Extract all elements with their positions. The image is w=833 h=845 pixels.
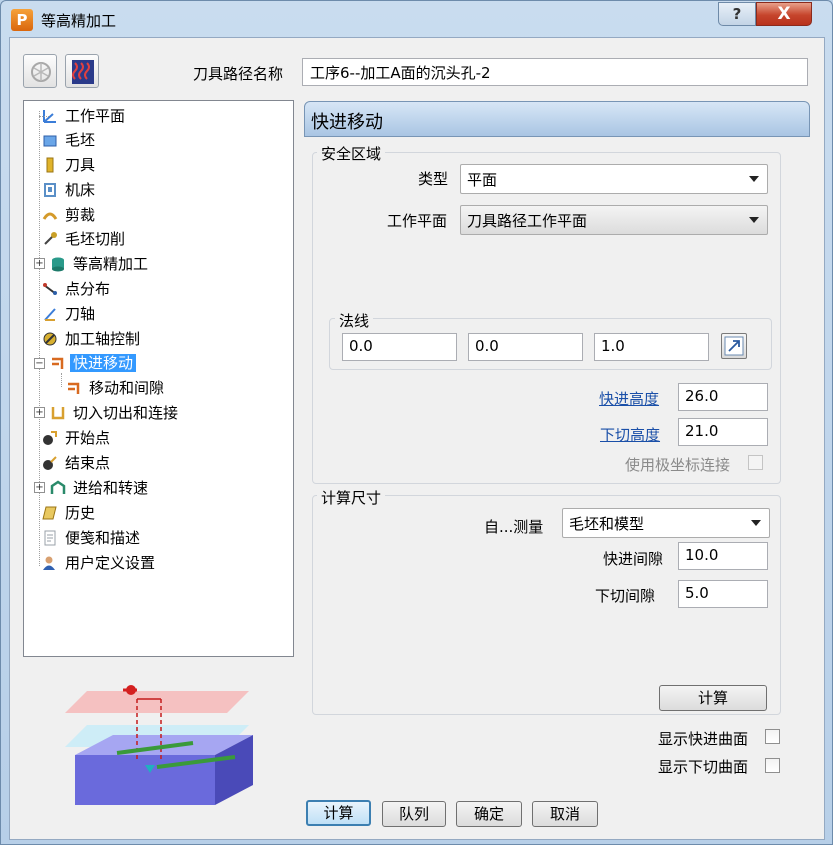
close-button[interactable]: X — [756, 2, 812, 26]
tree-item-constant-z-finishing[interactable]: 等高精加工 — [50, 253, 151, 275]
tree-item-machine[interactable]: 机床 — [42, 179, 98, 201]
chevron-down-icon — [751, 520, 761, 526]
tree-item-tool-axis[interactable]: 刀轴 — [42, 303, 98, 325]
safe-area-label: 安全区域 — [317, 143, 386, 164]
tree-item-moves-and-gaps[interactable]: 移动和间隙 — [66, 377, 167, 399]
user-settings-icon — [43, 556, 55, 570]
dialog-client-area: 刀具路径名称 工序6--加工A面的沉头孔-2 工作平面 毛坯 刀具 机床 剪裁 — [9, 37, 825, 840]
plunge-height-input[interactable]: 21.0 — [678, 418, 768, 446]
rapid-move-illustration — [65, 685, 253, 805]
measure-from-select[interactable]: 毛坯和模型 — [562, 508, 770, 538]
measure-from-label: 自...测量 — [484, 518, 544, 536]
plunge-gap-input[interactable]: 5.0 — [678, 580, 768, 608]
tree-item-block[interactable]: 毛坯 — [42, 129, 98, 151]
rapid-gap-input[interactable]: 10.0 — [678, 542, 768, 570]
toolpath-display-icon[interactable] — [65, 54, 99, 88]
chevron-down-icon — [749, 176, 759, 182]
normal-z-input[interactable]: 1.0 — [594, 333, 709, 361]
tree-item-feeds-and-speeds[interactable]: 进给和转速 — [50, 477, 151, 499]
tool-icon — [46, 157, 54, 173]
trim-icon — [42, 212, 58, 220]
plunge-height-link[interactable]: 下切高度 — [600, 424, 660, 445]
moves-gaps-icon — [68, 382, 80, 394]
tree-item-rapid-move[interactable]: 快进移动 — [50, 352, 137, 374]
rapid-gap-label: 快进间隙 — [603, 550, 664, 568]
plunge-gap-label: 下切间隙 — [595, 587, 656, 605]
feeds-speeds-icon — [50, 480, 66, 494]
tree-item-point-distribution[interactable]: 点分布 — [42, 278, 113, 300]
workplane-select-value: 刀具路径工作平面 — [467, 212, 588, 230]
tree-item-workplane[interactable]: 工作平面 — [39, 105, 128, 127]
start-point-icon — [43, 431, 57, 445]
rapid-height-link[interactable]: 快进高度 — [599, 388, 659, 409]
normal-x-input[interactable]: 0.0 — [342, 333, 457, 361]
type-label: 类型 — [418, 170, 449, 188]
tool-axis-icon — [44, 308, 56, 321]
block-icon — [43, 135, 57, 147]
tree-item-trim[interactable]: 剪裁 — [42, 204, 98, 226]
normal-y-input[interactable]: 0.0 — [468, 333, 583, 361]
leads-links-icon — [51, 407, 65, 420]
rapid-height-input[interactable]: 26.0 — [678, 383, 768, 411]
notes-icon — [44, 530, 56, 546]
expand-finishing-toggle[interactable]: + — [34, 258, 45, 269]
axis-control-icon — [43, 332, 57, 346]
calc-dims-label: 计算尺寸 — [317, 487, 386, 508]
tree-item-axis-control[interactable]: 加工轴控制 — [42, 328, 143, 350]
tree-item-tool[interactable]: 刀具 — [42, 154, 98, 176]
dialog-window: P 等高精加工 ? X 刀具路径名称 工序6--加工A面的沉头孔-2 工作平面 … — [0, 0, 833, 845]
queue-button[interactable]: 队列 — [382, 801, 446, 827]
point-distribution-icon — [43, 283, 57, 295]
polar-links-label: 使用极坐标连接 — [625, 456, 731, 474]
show-plunge-surface-checkbox[interactable] — [765, 758, 780, 773]
normal-pick-button[interactable] — [721, 333, 747, 359]
expand-feeds-speeds-toggle[interactable]: + — [34, 482, 45, 493]
tree-item-notes[interactable]: 便笺和描述 — [42, 527, 143, 549]
expand-leads-links-toggle[interactable]: + — [34, 407, 45, 418]
tree-item-leads-and-links[interactable]: 切入切出和连接 — [50, 402, 181, 424]
chevron-down-icon — [749, 217, 759, 223]
arrow-pick-icon — [724, 336, 744, 356]
tree-item-history[interactable]: 历史 — [42, 502, 98, 524]
collapse-rapid-move-toggle[interactable]: − — [34, 358, 45, 369]
toolpath-name-label: 刀具路径名称 — [193, 65, 284, 83]
workplane-select[interactable]: 刀具路径工作平面 — [460, 205, 768, 235]
help-button[interactable]: ? — [718, 2, 756, 26]
calculate-button[interactable]: 计算 — [306, 800, 371, 826]
stock-cut-icon — [44, 232, 57, 245]
polar-links-checkbox[interactable] — [748, 455, 763, 470]
show-plunge-surface-label: 显示下切曲面 — [658, 758, 749, 776]
settings-tree: 工作平面 毛坯 刀具 机床 剪裁 毛坯切削 + 等高精加工 点分布 刀轴 加工轴… — [23, 100, 294, 657]
toolpath-name-input[interactable]: 工序6--加工A面的沉头孔-2 — [302, 58, 808, 86]
history-icon — [42, 506, 57, 520]
ok-button[interactable]: 确定 — [456, 801, 522, 827]
title-bar[interactable]: P 等高精加工 ? X — [1, 1, 832, 37]
end-point-icon — [43, 456, 57, 470]
tree-item-end-point[interactable]: 结束点 — [42, 452, 113, 474]
show-rapid-surface-label: 显示快进曲面 — [658, 730, 749, 748]
database-icon — [52, 257, 64, 272]
panel-title: 快进移动 — [304, 101, 810, 137]
rapid-move-icon — [52, 357, 64, 369]
cancel-button[interactable]: 取消 — [532, 801, 598, 827]
show-rapid-surface-checkbox[interactable] — [765, 729, 780, 744]
normal-label: 法线 — [335, 310, 374, 331]
workplane-label: 工作平面 — [387, 212, 448, 230]
window-title: 等高精加工 — [41, 12, 117, 30]
app-logo-icon: P — [11, 9, 33, 31]
tree-item-start-point[interactable]: 开始点 — [42, 427, 113, 449]
calc-dims-button[interactable]: 计算 — [659, 685, 767, 711]
machine-icon — [44, 183, 56, 197]
type-select-value: 平面 — [467, 171, 498, 189]
type-select[interactable]: 平面 — [460, 164, 768, 194]
tree-item-stock-cut[interactable]: 毛坯切削 — [42, 228, 128, 250]
measure-from-value: 毛坯和模型 — [569, 515, 645, 533]
toolpath-preview-toggle-icon[interactable] — [23, 54, 57, 88]
tree-item-user-settings[interactable]: 用户定义设置 — [42, 552, 158, 574]
